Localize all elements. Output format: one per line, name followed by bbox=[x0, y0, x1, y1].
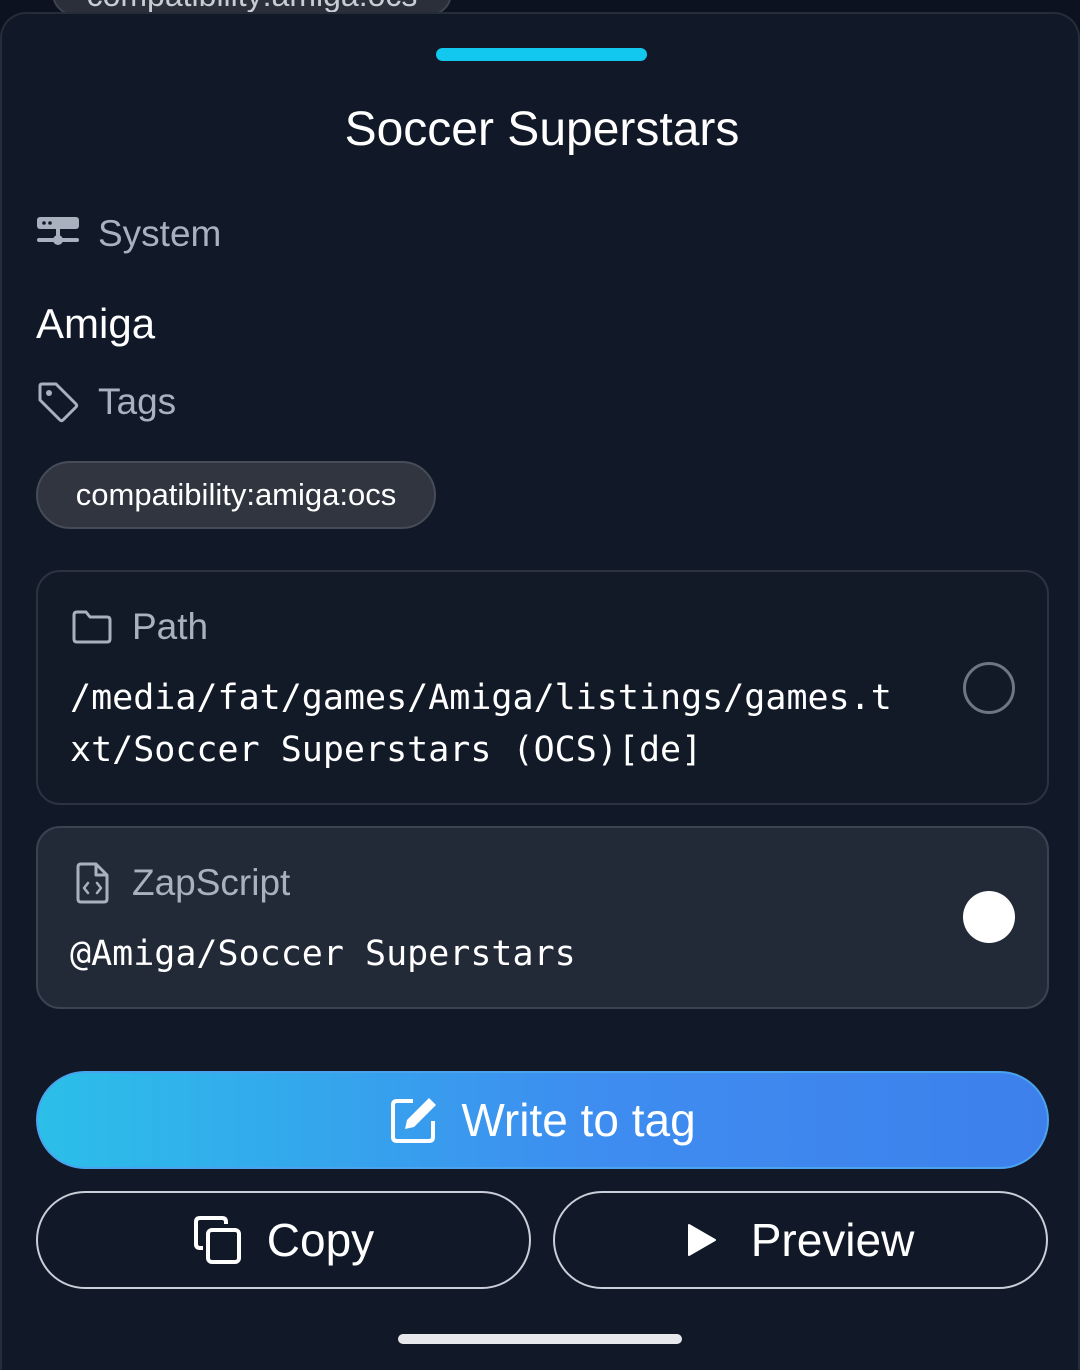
copy-label: Copy bbox=[266, 1214, 375, 1266]
code-file-icon bbox=[70, 861, 114, 905]
copy-button[interactable]: Copy bbox=[36, 1191, 531, 1289]
write-to-tag-button[interactable]: Write to tag bbox=[36, 1071, 1049, 1169]
zapscript-option-header: ZapScript bbox=[70, 861, 290, 905]
tag-chip[interactable]: compatibility:amiga:ocs bbox=[36, 461, 436, 529]
tag-icon bbox=[36, 380, 80, 424]
home-indicator bbox=[398, 1334, 682, 1344]
tags-section-label: Tags bbox=[36, 380, 176, 424]
zapscript-radio-button[interactable] bbox=[963, 891, 1015, 943]
path-radio-button[interactable] bbox=[963, 662, 1015, 714]
tags-label-text: Tags bbox=[98, 381, 177, 422]
detail-bottom-sheet: Soccer Superstars System Amiga Tags comp… bbox=[0, 12, 1080, 1370]
server-icon bbox=[36, 212, 80, 256]
path-option-card[interactable]: Path /media/fat/games/Amiga/listings/gam… bbox=[36, 570, 1049, 805]
path-value-line-1: /media/fat/games/Amiga/listings/games.t bbox=[70, 678, 892, 718]
preview-label: Preview bbox=[750, 1214, 915, 1266]
zapscript-option-card[interactable]: ZapScript @Amiga/Soccer Superstars bbox=[36, 826, 1049, 1009]
path-option-header: Path bbox=[70, 605, 208, 649]
preview-button[interactable]: Preview bbox=[553, 1191, 1048, 1289]
write-to-tag-label: Write to tag bbox=[461, 1094, 696, 1146]
sheet-title: Soccer Superstars bbox=[344, 103, 740, 156]
system-section-label: System bbox=[36, 212, 221, 256]
folder-icon bbox=[70, 605, 114, 649]
system-value: Amiga bbox=[36, 300, 156, 347]
zapscript-value: @Amiga/Soccer Superstars bbox=[70, 934, 576, 974]
path-value-line-2: xt/Soccer Superstars (OCS)[de] bbox=[70, 730, 703, 770]
zapscript-label-text: ZapScript bbox=[132, 862, 291, 903]
edit-icon bbox=[389, 1095, 439, 1145]
sheet-drag-handle[interactable] bbox=[436, 48, 647, 61]
copy-icon bbox=[193, 1215, 243, 1265]
system-label-text: System bbox=[98, 213, 222, 254]
path-label-text: Path bbox=[132, 606, 209, 647]
play-icon bbox=[687, 1223, 717, 1257]
